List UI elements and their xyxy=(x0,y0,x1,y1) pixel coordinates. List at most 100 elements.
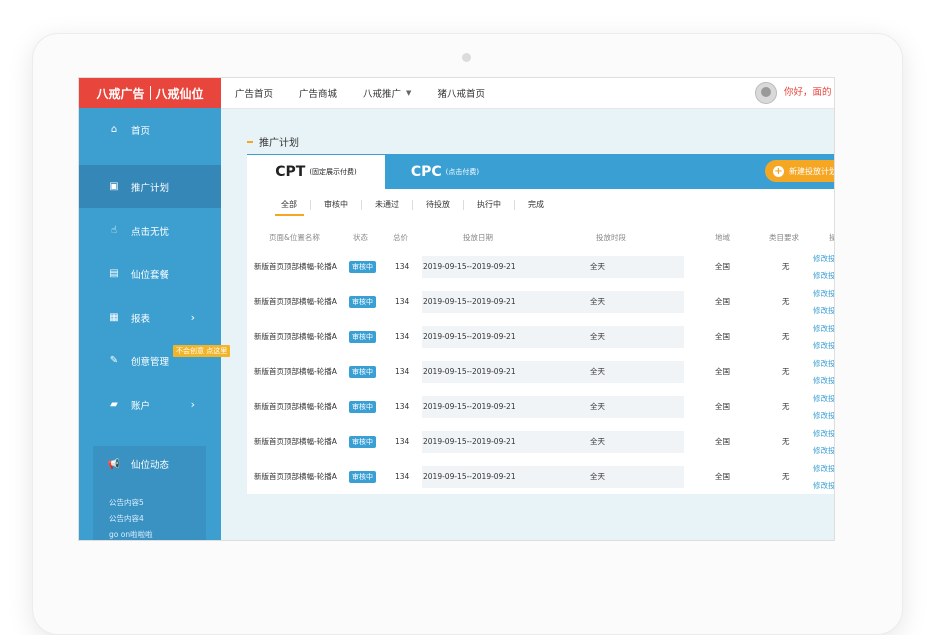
edit-link[interactable]: 修改投 xyxy=(813,302,834,319)
cell-name: 新版首页顶部横幅-轮播A xyxy=(254,297,337,306)
home-icon: ⌂ xyxy=(110,124,118,135)
edit-link[interactable]: 修改投 xyxy=(813,372,834,389)
cell-name: 新版首页顶部横幅-轮播A xyxy=(254,437,337,446)
table-row: 新版首页顶部横幅-轮播A 审核中 134 2019-09-15--2019-09… xyxy=(247,250,834,284)
column-header: 页面&位置名称 xyxy=(269,233,320,242)
tab-cpt-desc: (固定展示付费) xyxy=(309,168,357,176)
cell-category: 无 xyxy=(782,472,790,481)
cell-date: 2019-09-15--2019-09-21 xyxy=(423,437,516,446)
cell-name: 新版首页顶部横幅-轮播A xyxy=(254,332,337,341)
sidebar-item-package[interactable]: ▤ 仙位套餐 xyxy=(79,252,221,295)
cell-status: 审核中 xyxy=(349,250,376,284)
edit-link[interactable]: 修改投 xyxy=(813,477,834,494)
cell-price: 134 xyxy=(395,297,410,306)
sidebar-item-home[interactable]: ⌂ 首页 xyxy=(79,108,221,151)
subtab-reviewing[interactable]: 审核中 xyxy=(311,200,362,210)
edit-link[interactable]: 修改投 xyxy=(813,267,834,284)
logo[interactable]: 八戒广告 八戒仙位 xyxy=(79,78,221,108)
sidebar-item-account[interactable]: ▰ 账户 › xyxy=(79,383,221,426)
status-badge: 审核中 xyxy=(349,366,376,378)
edit-link[interactable]: 修改投 xyxy=(813,425,834,442)
sidebar-item-promotion-plan[interactable]: ▣ 推广计划 xyxy=(79,165,221,208)
cell-category: 无 xyxy=(782,402,790,411)
status-badge: 审核中 xyxy=(349,296,376,308)
megaphone-icon: 📢 xyxy=(107,458,121,470)
cell-status: 审核中 xyxy=(349,390,376,424)
cell-category: 无 xyxy=(782,367,790,376)
column-header: 总价 xyxy=(393,233,408,242)
sidebar-item-click[interactable]: ☝ 点击无忧 xyxy=(79,209,221,252)
status-filter-tabs: 全部 审核中 未通过 待投放 执行中 完成 xyxy=(269,198,557,216)
nav-ad-mall[interactable]: 广告商城 xyxy=(299,86,337,100)
edit-link[interactable]: 修改投 xyxy=(813,390,834,407)
nav-ad-home[interactable]: 广告首页 xyxy=(235,86,273,100)
edit-link[interactable]: 修改投 xyxy=(813,442,834,459)
sidebar-item-report[interactable]: ▦ 报表 › xyxy=(79,296,221,339)
app-screen: 八戒广告 八戒仙位 广告首页 广告商城 八戒推广 ▼ 猪八戒首页 你好，面的 ⌂… xyxy=(78,77,835,541)
cell-period: 全天 xyxy=(590,437,605,446)
tab-cpc[interactable]: CPC (点击付费) xyxy=(385,154,505,189)
list-item[interactable]: go on啦啦啦 xyxy=(109,527,153,540)
list-item[interactable]: 公告内容5 xyxy=(109,495,153,511)
edit-link[interactable]: 修改投 xyxy=(813,355,834,372)
edit-link[interactable]: 修改投 xyxy=(813,250,834,267)
table-header: 页面&位置名称 状态 总价 投放日期 投放时段 地域 类目要求 操 xyxy=(247,226,834,250)
cell-period: 全天 xyxy=(590,332,605,341)
subtab-running[interactable]: 执行中 xyxy=(464,200,515,210)
cell-period: 全天 xyxy=(590,262,605,271)
list-item[interactable]: 公告内容4 xyxy=(109,511,153,527)
edit-link[interactable]: 修改投 xyxy=(813,337,834,354)
cell-status: 审核中 xyxy=(349,425,376,459)
subtab-rejected[interactable]: 未通过 xyxy=(362,200,413,210)
cell-date: 2019-09-15--2019-09-21 xyxy=(423,367,516,376)
logo-left-text: 八戒广告 xyxy=(96,86,145,101)
chevron-down-icon: ▼ xyxy=(406,89,412,97)
cell-region: 全国 xyxy=(715,402,730,411)
subtab-all[interactable]: 全部 xyxy=(269,200,311,216)
logo-right-text: 八戒仙位 xyxy=(155,86,204,101)
edit-link[interactable]: 修改投 xyxy=(813,285,834,302)
tab-cpt[interactable]: CPT (固定展示付费) xyxy=(247,154,385,189)
status-badge: 审核中 xyxy=(349,261,376,273)
avatar[interactable] xyxy=(755,82,777,104)
cell-date: 2019-09-15--2019-09-21 xyxy=(423,402,516,411)
package-icon: ▤ xyxy=(109,268,119,279)
tab-cpt-name: CPT xyxy=(275,164,306,180)
subtab-pending[interactable]: 待投放 xyxy=(413,200,464,210)
sidebar-item-label: 仙位套餐 xyxy=(131,269,170,281)
cell-price: 134 xyxy=(395,402,410,411)
sidebar-item-label: 创意管理 xyxy=(131,356,170,368)
cell-region: 全国 xyxy=(715,262,730,271)
announcements-title-label: 仙位动态 xyxy=(131,460,170,471)
cell-region: 全国 xyxy=(715,297,730,306)
status-badge: 审核中 xyxy=(349,436,376,448)
cell-region: 全国 xyxy=(715,367,730,376)
cell-category: 无 xyxy=(782,437,790,446)
status-badge: 审核中 xyxy=(349,471,376,483)
new-plan-button[interactable]: + 新建投放计划 xyxy=(765,160,834,182)
subtab-done[interactable]: 完成 xyxy=(515,200,557,210)
user-greeting[interactable]: 你好，面的 xyxy=(784,78,832,108)
column-header: 类目要求 xyxy=(769,233,799,242)
chevron-right-icon: › xyxy=(190,398,195,411)
cell-name: 新版首页顶部横幅-轮播A xyxy=(254,367,337,376)
creative-hint-badge[interactable]: 不会创意 点这里 xyxy=(173,345,231,357)
nav-zbj-home[interactable]: 猪八戒首页 xyxy=(437,86,485,100)
cell-date: 2019-09-15--2019-09-21 xyxy=(423,332,516,341)
sidebar-item-label: 报表 xyxy=(131,313,151,325)
cell-category: 无 xyxy=(782,332,790,341)
cell-period: 全天 xyxy=(590,297,605,306)
table-row: 新版首页顶部横幅-轮播A 审核中 134 2019-09-15--2019-09… xyxy=(247,355,834,389)
cell-name: 新版首页顶部横幅-轮播A xyxy=(254,472,337,481)
edit-link[interactable]: 修改投 xyxy=(813,320,834,337)
report-icon: ▦ xyxy=(109,312,119,323)
account-icon: ▰ xyxy=(110,399,118,410)
plus-icon: + xyxy=(773,165,784,177)
edit-link[interactable]: 修改投 xyxy=(813,407,834,424)
nav-bajie-promotion[interactable]: 八戒推广 ▼ xyxy=(363,86,411,100)
cell-date: 2019-09-15--2019-09-21 xyxy=(423,297,516,306)
cell-price: 134 xyxy=(395,262,410,271)
announcements-list: 公告内容5 公告内容4 go on啦啦啦 xyxy=(109,495,153,540)
edit-link[interactable]: 修改投 xyxy=(813,460,834,477)
chevron-right-icon: › xyxy=(190,311,195,324)
